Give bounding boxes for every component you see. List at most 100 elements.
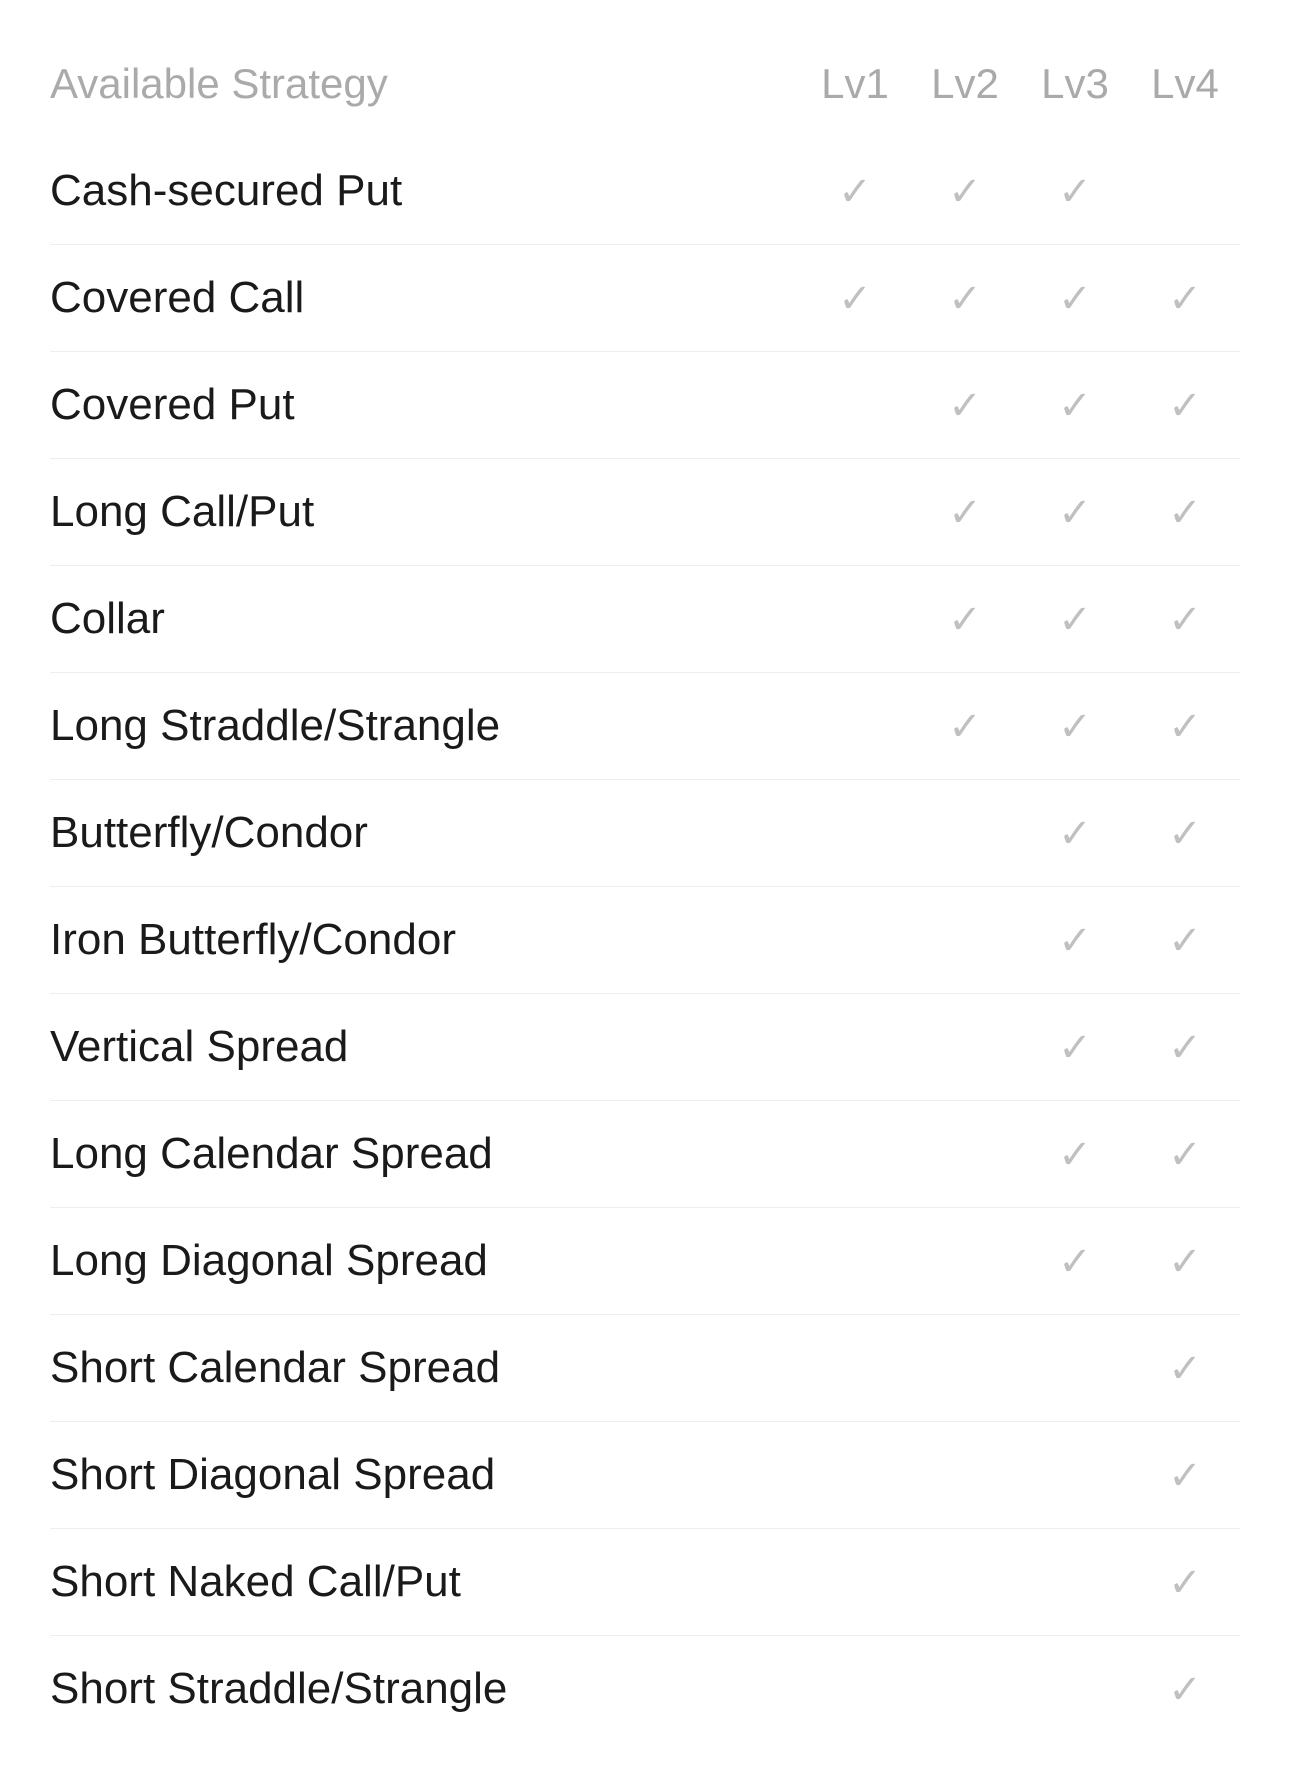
lv2-check: ✓ bbox=[910, 274, 1020, 322]
lv4-check: ✓ bbox=[1130, 809, 1240, 857]
lv4-check: ✓ bbox=[1130, 1344, 1240, 1392]
lv4-check: ✓ bbox=[1130, 381, 1240, 429]
lv1-check: ✓ bbox=[800, 167, 910, 215]
lv2-check: ✓ bbox=[910, 595, 1020, 643]
strategy-name: Long Call/Put bbox=[50, 487, 314, 536]
checkmark-icon: ✓ bbox=[1058, 383, 1092, 429]
strategy-name: Butterfly/Condor bbox=[50, 808, 368, 857]
strategy-name: Short Diagonal Spread bbox=[50, 1450, 495, 1499]
checkmark-icon: ✓ bbox=[838, 169, 872, 215]
checkmark-icon: ✓ bbox=[1168, 1667, 1202, 1713]
table-row: Collar ✓ ✓ ✓ bbox=[50, 566, 1240, 673]
checkmark-icon: ✓ bbox=[838, 276, 872, 322]
checkmark-icon: ✓ bbox=[948, 169, 982, 215]
table-row: Long Calendar Spread ✓ ✓ bbox=[50, 1101, 1240, 1208]
checkmark-icon: ✓ bbox=[1058, 811, 1092, 857]
checkmark-icon: ✓ bbox=[1058, 490, 1092, 536]
table-row: Short Calendar Spread ✓ bbox=[50, 1315, 1240, 1422]
strategy-name: Short Naked Call/Put bbox=[50, 1557, 461, 1606]
table-row: Short Naked Call/Put ✓ bbox=[50, 1529, 1240, 1636]
strategy-name: Long Straddle/Strangle bbox=[50, 701, 500, 750]
checkmark-icon: ✓ bbox=[948, 490, 982, 536]
checkmark-icon: ✓ bbox=[1168, 811, 1202, 857]
lv4-column-header: Lv4 bbox=[1130, 60, 1240, 108]
checkmark-icon: ✓ bbox=[1168, 704, 1202, 750]
lv4-check: ✓ bbox=[1130, 1023, 1240, 1071]
checkmark-icon: ✓ bbox=[1168, 597, 1202, 643]
checkmark-icon: ✓ bbox=[1058, 169, 1092, 215]
lv1-header-label: Lv1 bbox=[821, 60, 889, 107]
checkmark-icon: ✓ bbox=[1058, 704, 1092, 750]
lv4-check: ✓ bbox=[1130, 1665, 1240, 1713]
lv3-check: ✓ bbox=[1020, 702, 1130, 750]
checkmark-icon: ✓ bbox=[948, 704, 982, 750]
strategy-name: Cash-secured Put bbox=[50, 166, 402, 215]
lv4-check: ✓ bbox=[1130, 916, 1240, 964]
lv1-check: ✓ bbox=[800, 274, 910, 322]
table-row: Cash-secured Put ✓ ✓ ✓ bbox=[50, 138, 1240, 245]
checkmark-icon: ✓ bbox=[948, 276, 982, 322]
checkmark-icon: ✓ bbox=[1058, 597, 1092, 643]
lv2-check: ✓ bbox=[910, 167, 1020, 215]
strategy-column-header: Available Strategy bbox=[50, 60, 800, 108]
lv4-check: ✓ bbox=[1130, 488, 1240, 536]
lv3-check: ✓ bbox=[1020, 488, 1130, 536]
checkmark-icon: ✓ bbox=[1168, 1346, 1202, 1392]
lv4-check: ✓ bbox=[1130, 1130, 1240, 1178]
lv4-check: ✓ bbox=[1130, 1237, 1240, 1285]
table-body: Cash-secured Put✓✓✓Covered Call✓✓✓✓Cover… bbox=[50, 138, 1240, 1742]
lv3-check: ✓ bbox=[1020, 1023, 1130, 1071]
checkmark-icon: ✓ bbox=[1168, 490, 1202, 536]
strategy-name: Short Straddle/Strangle bbox=[50, 1664, 507, 1713]
table-row: Covered Call ✓ ✓ ✓ ✓ bbox=[50, 245, 1240, 352]
lv4-check: ✓ bbox=[1130, 595, 1240, 643]
checkmark-icon: ✓ bbox=[1168, 1025, 1202, 1071]
lv3-check: ✓ bbox=[1020, 167, 1130, 215]
strategy-name: Covered Put bbox=[50, 380, 295, 429]
strategy-name: Collar bbox=[50, 594, 165, 643]
table-row: Vertical Spread✓✓ bbox=[50, 994, 1240, 1101]
checkmark-icon: ✓ bbox=[1058, 1239, 1092, 1285]
lv2-column-header: Lv2 bbox=[910, 60, 1020, 108]
lv4-check: ✓ bbox=[1130, 702, 1240, 750]
lv3-check: ✓ bbox=[1020, 916, 1130, 964]
checkmark-icon: ✓ bbox=[1058, 1025, 1092, 1071]
checkmark-icon: ✓ bbox=[1168, 1560, 1202, 1606]
lv3-check: ✓ bbox=[1020, 274, 1130, 322]
lv3-check: ✓ bbox=[1020, 1130, 1130, 1178]
strategy-name: Long Diagonal Spread bbox=[50, 1236, 488, 1285]
lv3-check: ✓ bbox=[1020, 381, 1130, 429]
checkmark-icon: ✓ bbox=[1168, 1132, 1202, 1178]
lv3-check: ✓ bbox=[1020, 595, 1130, 643]
lv2-check: ✓ bbox=[910, 381, 1020, 429]
strategy-name: Short Calendar Spread bbox=[50, 1343, 500, 1392]
lv1-column-header: Lv1 bbox=[800, 60, 910, 108]
checkmark-icon: ✓ bbox=[948, 383, 982, 429]
lv3-check: ✓ bbox=[1020, 809, 1130, 857]
strategy-name: Iron Butterfly/Condor bbox=[50, 915, 456, 964]
lv2-check: ✓ bbox=[910, 488, 1020, 536]
checkmark-icon: ✓ bbox=[1168, 1453, 1202, 1499]
strategy-table: Available Strategy Lv1 Lv2 Lv3 Lv4 Cash-… bbox=[50, 40, 1240, 1742]
checkmark-icon: ✓ bbox=[1168, 276, 1202, 322]
strategy-name: Long Calendar Spread bbox=[50, 1129, 493, 1178]
table-row: Long Straddle/Strangle ✓ ✓ ✓ bbox=[50, 673, 1240, 780]
lv2-header-label: Lv2 bbox=[931, 60, 999, 107]
checkmark-icon: ✓ bbox=[1058, 1132, 1092, 1178]
table-row: Long Diagonal Spread ✓ ✓ bbox=[50, 1208, 1240, 1315]
checkmark-icon: ✓ bbox=[1058, 918, 1092, 964]
checkmark-icon: ✓ bbox=[1168, 1239, 1202, 1285]
strategy-name: Covered Call bbox=[50, 273, 304, 322]
table-header: Available Strategy Lv1 Lv2 Lv3 Lv4 bbox=[50, 40, 1240, 138]
lv3-check: ✓ bbox=[1020, 1237, 1130, 1285]
checkmark-icon: ✓ bbox=[948, 597, 982, 643]
table-row: Short Straddle/Strangle ✓ bbox=[50, 1636, 1240, 1742]
table-row: Butterfly/Condor ✓ ✓ bbox=[50, 780, 1240, 887]
lv4-check: ✓ bbox=[1130, 274, 1240, 322]
checkmark-icon: ✓ bbox=[1058, 276, 1092, 322]
table-row: Covered Put ✓ ✓ ✓ bbox=[50, 352, 1240, 459]
lv4-header-label: Lv4 bbox=[1151, 60, 1219, 107]
table-row: Iron Butterfly/Condor ✓ ✓ bbox=[50, 887, 1240, 994]
lv4-check: ✓ bbox=[1130, 1558, 1240, 1606]
table-row: Short Diagonal Spread ✓ bbox=[50, 1422, 1240, 1529]
